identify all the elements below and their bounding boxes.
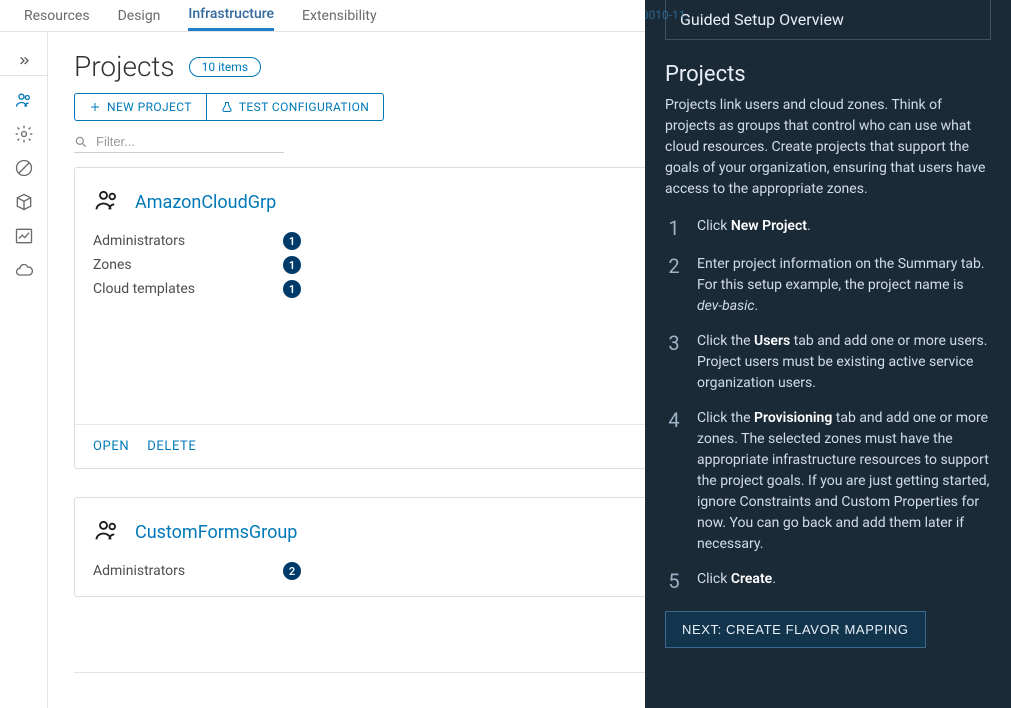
tab-infrastructure[interactable]: Infrastructure (188, 0, 274, 31)
help-step: 1 Click New Project. (665, 216, 991, 240)
open-button[interactable]: OPEN (93, 439, 129, 454)
next-create-flavor-mapping-button[interactable]: NEXT: CREATE FLAVOR MAPPING (665, 611, 926, 648)
help-step-number: 4 (665, 408, 683, 555)
help-step: 5 Click Create. (665, 569, 991, 593)
help-heading: Projects (665, 62, 991, 87)
help-step: 3Click the Users tab and add one or more… (665, 331, 991, 394)
tab-design[interactable]: Design (118, 2, 161, 30)
help-step-number: 1 (665, 216, 683, 240)
guided-setup-overview-button[interactable]: Guided Setup Overview (665, 0, 991, 40)
help-step: 4Click the Provisioning tab and add one … (665, 408, 991, 555)
test-configuration-button[interactable]: TEST CONFIGURATION (206, 93, 384, 121)
group-icon (93, 186, 121, 218)
project-card-title[interactable]: AmazonCloudGrp (135, 192, 276, 213)
tab-resources[interactable]: Resources (24, 2, 90, 30)
item-count-pill: 10 items (189, 57, 261, 77)
new-project-label: NEW PROJECT (107, 100, 192, 114)
project-stat-badge: 1 (283, 280, 301, 298)
expand-sidebar-button[interactable] (0, 48, 47, 76)
help-step-text: Click Create. (697, 569, 776, 593)
help-step: 2Enter project information on the Summar… (665, 254, 991, 317)
help-step-text: Enter project information on the Summary… (697, 254, 991, 317)
filter-input[interactable] (94, 133, 284, 150)
help-step-text: Click the Users tab and add one or more … (697, 331, 991, 394)
gear-nav-icon[interactable] (14, 124, 34, 144)
page-title: Projects (74, 50, 175, 83)
help-step-text: Click New Project. (697, 216, 811, 240)
group-icon (93, 516, 121, 548)
project-stat-badge: 1 (283, 232, 301, 250)
box-nav-icon[interactable] (14, 192, 34, 212)
project-card-title[interactable]: CustomFormsGroup (135, 522, 297, 543)
project-stat-label: Zones (93, 257, 283, 273)
help-step-number: 5 (665, 569, 683, 593)
test-configuration-label: TEST CONFIGURATION (239, 100, 369, 114)
compass-nav-icon[interactable] (14, 158, 34, 178)
help-panel: tion]]-00010-11 Guided Setup Overview Pr… (645, 0, 1011, 708)
chart-nav-icon[interactable] (14, 226, 34, 246)
project-stat-label: Administrators (93, 563, 283, 579)
delete-button[interactable]: DELETE (147, 439, 196, 454)
search-icon (74, 135, 88, 149)
new-project-button[interactable]: NEW PROJECT (74, 93, 206, 121)
cloud-nav-icon[interactable] (14, 260, 34, 280)
partial-hidden-text: tion]]-00010-11 (645, 8, 686, 22)
project-stat-badge: 2 (283, 562, 301, 580)
side-iconbar (0, 32, 48, 708)
help-step-number: 2 (665, 254, 683, 317)
project-stat-label: Administrators (93, 233, 283, 249)
filter-box (74, 131, 284, 153)
help-step-number: 3 (665, 331, 683, 394)
help-step-text: Click the Provisioning tab and add one o… (697, 408, 991, 555)
help-intro: Projects link users and cloud zones. Thi… (665, 95, 991, 200)
project-stat-badge: 1 (283, 256, 301, 274)
help-steps: 1 Click New Project. 2Enter project inform… (665, 216, 991, 593)
app-root: Resources Design Infrastructure Extensibili… (0, 0, 1011, 708)
project-stat-label: Cloud templates (93, 281, 283, 297)
projects-nav-icon[interactable] (14, 90, 34, 110)
tab-extensibility[interactable]: Extensibility (302, 2, 377, 30)
